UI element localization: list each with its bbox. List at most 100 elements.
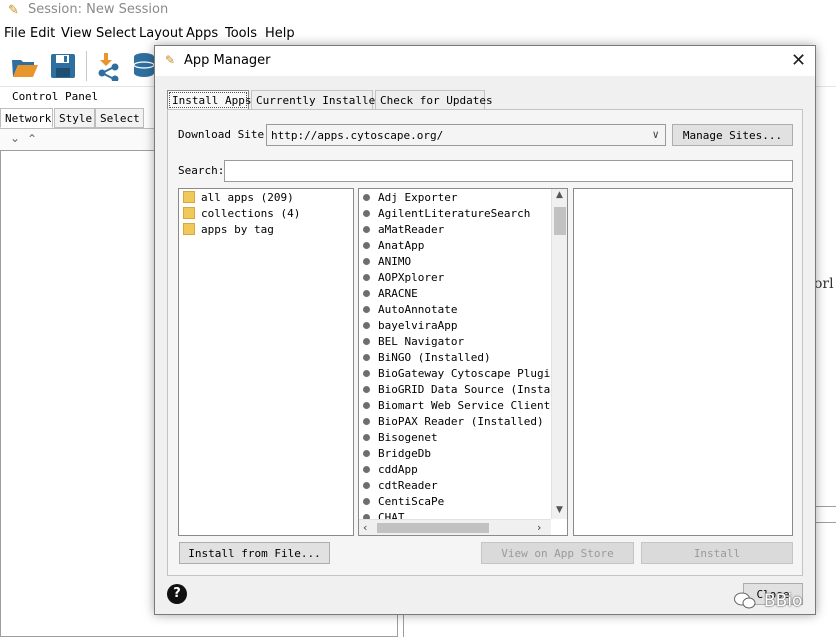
bullet-icon: [363, 273, 370, 281]
tag-item-all-apps[interactable]: all apps (209): [183, 191, 294, 207]
app-list-item[interactable]: BEL Navigator: [363, 335, 464, 351]
bullet-icon: [363, 433, 370, 441]
cytoscape-app-icon: ✎: [8, 3, 19, 18]
scroll-right-icon[interactable]: ›: [537, 521, 541, 534]
scrollbar-thumb[interactable]: [377, 523, 489, 533]
app-name: BridgeDb: [378, 447, 431, 460]
menu-layout[interactable]: Layout: [139, 26, 183, 41]
folder-icon: [183, 191, 195, 203]
app-name: BiNGO (Installed): [378, 351, 491, 364]
tab-currently-installed[interactable]: Currently Installed: [251, 90, 382, 110]
background-divider: [815, 506, 836, 507]
app-list-item[interactable]: Bisogenet: [363, 431, 438, 447]
app-list-item[interactable]: cddApp: [363, 463, 418, 479]
install-apps-panel: Download Site: http://apps.cytoscape.org…: [167, 109, 803, 576]
app-list-item[interactable]: aMatReader: [363, 223, 444, 239]
bullet-icon: [363, 449, 370, 457]
app-list-item[interactable]: Adj Exporter: [363, 191, 457, 207]
bullet-icon: [363, 193, 370, 201]
download-site-select[interactable]: http://apps.cytoscape.org/ ∨: [266, 124, 666, 146]
dialog-titlebar[interactable]: ✎ App Manager ✕: [155, 46, 815, 76]
scrollbar-thumb[interactable]: [554, 207, 566, 235]
app-name: aMatReader: [378, 223, 445, 236]
app-description-panel: [573, 188, 793, 536]
app-list-item[interactable]: BioPAX Reader (Installed): [363, 415, 544, 431]
watermark-text: BBio: [764, 591, 803, 611]
tag-label: collections (4): [201, 207, 301, 220]
import-table-icon[interactable]: [130, 51, 155, 81]
tab-check-for-updates[interactable]: Check for Updates: [375, 90, 493, 110]
app-name: Adj Exporter: [378, 191, 458, 204]
tab-select[interactable]: Select: [95, 108, 144, 128]
menu-view[interactable]: View: [61, 26, 92, 41]
app-list-item[interactable]: AnatApp: [363, 239, 424, 255]
apps-list: Adj Exporter AgilentLiteratureSearch aMatR…: [359, 189, 551, 519]
bullet-icon: [363, 225, 370, 233]
bullet-icon: [363, 417, 370, 425]
bullet-icon: [363, 209, 370, 217]
tag-item-collections[interactable]: collections (4): [183, 207, 300, 223]
app-list-item[interactable]: bayelviraApp: [363, 319, 457, 335]
background-divider: [815, 522, 836, 523]
app-name: CentiScaPe: [378, 495, 445, 508]
open-folder-icon[interactable]: [10, 51, 40, 81]
tab-style[interactable]: Style: [54, 108, 95, 128]
app-name: ANIMO: [378, 255, 412, 268]
app-name: cddApp: [378, 463, 418, 476]
help-icon[interactable]: ?: [167, 584, 187, 604]
menu-apps[interactable]: Apps: [186, 26, 218, 41]
install-from-file-button[interactable]: Install from File...: [179, 542, 330, 564]
app-name: AnatApp: [378, 239, 425, 252]
app-list-item[interactable]: AOPXplorer: [363, 271, 444, 287]
app-list-item[interactable]: CentiScaPe: [363, 495, 444, 511]
app-list-item[interactable]: cdtReader: [363, 479, 438, 495]
tag-item-apps-by-tag[interactable]: apps by tag: [183, 223, 274, 239]
scroll-up-icon[interactable]: ▲: [556, 190, 563, 200]
app-list-item[interactable]: ANIMO: [363, 255, 411, 271]
app-list-item[interactable]: BioGRID Data Source (Installe: [363, 383, 551, 399]
search-input[interactable]: [224, 160, 793, 182]
app-list-item[interactable]: ARACNE: [363, 287, 418, 303]
app-name: Biomart Web Service Client: [378, 399, 551, 412]
tag-label: apps by tag: [201, 223, 274, 236]
scroll-down-icon[interactable]: ▼: [556, 505, 563, 515]
bullet-icon: [363, 353, 370, 361]
menu-help[interactable]: Help: [265, 26, 295, 41]
app-name: bayelviraApp: [378, 319, 458, 332]
tab-network[interactable]: Network: [0, 108, 53, 128]
bullet-icon: [363, 337, 370, 345]
menu-edit[interactable]: Edit: [30, 26, 55, 41]
manage-sites-button[interactable]: Manage Sites...: [672, 124, 793, 146]
import-network-icon[interactable]: [94, 51, 124, 83]
install-button[interactable]: Install: [641, 542, 793, 564]
app-list-item[interactable]: BiNGO (Installed): [363, 351, 491, 367]
expand-all-icon[interactable]: ⌄: [10, 131, 20, 145]
app-manager-dialog: ✎ App Manager ✕ Install Apps Currently I…: [154, 45, 816, 615]
bullet-icon: [363, 497, 370, 505]
folder-icon: [183, 223, 195, 235]
apps-horizontal-scrollbar[interactable]: ‹ ›: [359, 519, 551, 535]
bullet-icon: [363, 481, 370, 489]
menu-tools[interactable]: Tools: [225, 26, 257, 41]
search-label: Search:: [178, 164, 225, 177]
save-icon[interactable]: [48, 51, 78, 81]
menu-select[interactable]: Select: [96, 26, 136, 41]
scroll-left-icon[interactable]: ‹: [363, 521, 367, 534]
apps-vertical-scrollbar[interactable]: ▲ ▼: [551, 189, 567, 519]
app-name: BioPAX Reader (Installed): [378, 415, 544, 428]
app-list-item[interactable]: BridgeDb: [363, 447, 431, 463]
close-icon[interactable]: ✕: [791, 52, 806, 70]
app-list-item[interactable]: Biomart Web Service Client: [363, 399, 550, 415]
app-list-item[interactable]: AutoAnnotate: [363, 303, 457, 319]
menu-file[interactable]: File: [4, 26, 26, 41]
bullet-icon: [363, 257, 370, 265]
collapse-all-icon[interactable]: ⌃: [27, 132, 37, 146]
app-list-item[interactable]: AgilentLiteratureSearch: [363, 207, 530, 223]
app-name: CHAT: [378, 511, 405, 519]
view-on-app-store-button[interactable]: View on App Store: [481, 542, 634, 564]
background-partial-text: orl: [814, 276, 834, 292]
app-list-item[interactable]: BioGateway Cytoscape Plugin: [363, 367, 551, 383]
tab-install-apps[interactable]: Install Apps: [167, 90, 251, 110]
app-list-item[interactable]: CHAT: [363, 511, 405, 519]
app-name: BEL Navigator: [378, 335, 465, 348]
